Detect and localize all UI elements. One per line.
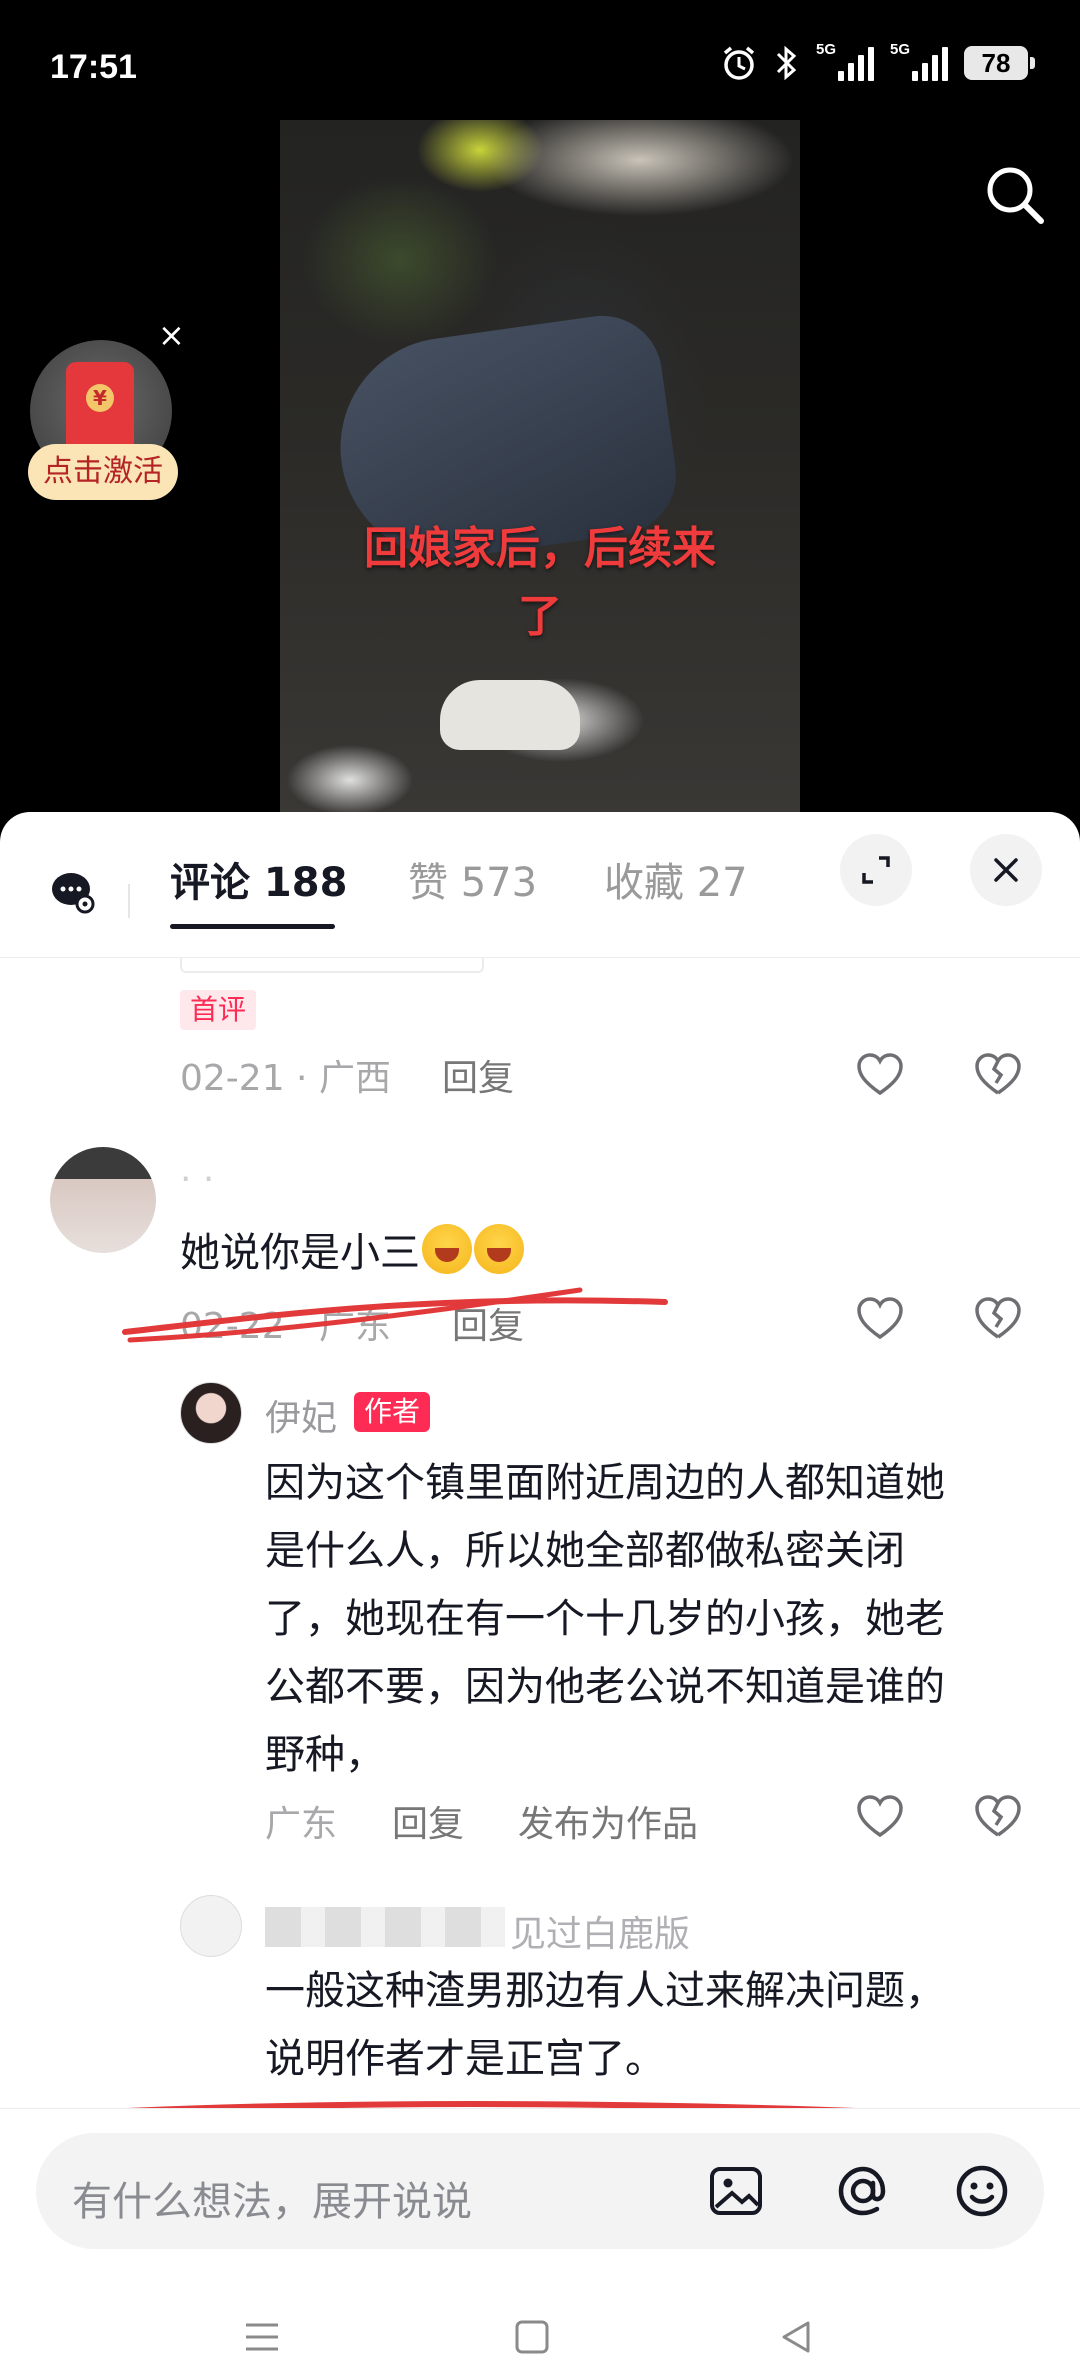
home-nav-icon[interactable] — [512, 2317, 552, 2357]
comment-2-reply-button[interactable]: 回复 — [452, 1297, 524, 1349]
status-icons: 5G 5G 78 — [720, 41, 1035, 82]
author-name[interactable]: 伊妃 — [265, 1389, 337, 1441]
video-caption-line2: 了 — [518, 591, 562, 642]
signal-icon-1: 5G — [816, 41, 874, 81]
laughing-crying-emoji-icon — [474, 1224, 524, 1274]
status-time: 17:51 — [50, 48, 137, 86]
video-frame-shoe — [440, 680, 580, 750]
author-reply-line: 公都不要，因为他老公说不知道是谁的 — [265, 1664, 945, 1710]
author-reply-line: 野种， — [265, 1732, 385, 1778]
image-icon[interactable] — [706, 2161, 766, 2221]
author-reply-meta: 广东 — [265, 1804, 338, 1845]
status-bar: 17:51 5G 5G 78 — [0, 0, 1080, 120]
comment-1-reply-button[interactable]: 回复 — [442, 1049, 514, 1101]
laughing-crying-emoji-icon — [422, 1224, 472, 1274]
like-heart-icon[interactable] — [854, 1049, 906, 1101]
commenter-name[interactable]: · · — [180, 1159, 214, 1200]
comment-panel: 评论 188 赞 573 收藏 27 首评 02-21 · 广西 回复 · · … — [0, 812, 1080, 2372]
close-icon — [994, 858, 1018, 882]
video-caption: 回娘家后，后续来 了 — [280, 515, 800, 651]
bluetooth-icon — [776, 45, 797, 81]
comment-tabs: 评论 188 赞 573 收藏 27 — [0, 812, 1080, 958]
replier-avatar[interactable] — [180, 1895, 242, 1957]
active-tab-indicator — [170, 924, 335, 929]
red-packet-widget[interactable]: 点击激活 — [28, 340, 178, 510]
video-caption-line1: 回娘家后，后续来 — [364, 523, 716, 574]
expand-icon — [862, 856, 890, 884]
comment-2-text: 她说你是小三 — [180, 1219, 524, 1287]
comment-2-meta: 02-22 · 广东 — [180, 1306, 391, 1347]
comment-image-fragment — [180, 957, 484, 973]
red-packet-label[interactable]: 点击激活 — [28, 444, 178, 500]
tab-comments[interactable]: 评论 188 — [170, 850, 347, 908]
system-nav-bar — [0, 2305, 1080, 2372]
dislike-broken-heart-icon[interactable] — [972, 1049, 1024, 1101]
author-reply-line: 是什么人，所以她全部都做私密关闭 — [265, 1528, 905, 1574]
battery-icon: 78 — [964, 46, 1035, 80]
dislike-broken-heart-icon[interactable] — [972, 1293, 1024, 1345]
mention-icon[interactable] — [833, 2161, 893, 2221]
chat-settings-icon[interactable] — [50, 869, 96, 915]
comment-input-bar: 有什么想法，展开说说 — [0, 2108, 1080, 2372]
author-avatar[interactable] — [180, 1382, 242, 1444]
tab-favorites[interactable]: 收藏 27 — [604, 850, 748, 908]
like-heart-icon[interactable] — [854, 1791, 906, 1843]
emoji-icon[interactable] — [952, 2161, 1012, 2221]
comment-input-placeholder: 有什么想法，展开说说 — [72, 2179, 472, 2225]
author-reply-line: 了，她现在有一个十几岁的小孩，她老 — [265, 1596, 945, 1642]
signal-icon-2: 5G — [890, 41, 948, 81]
comment-input[interactable]: 有什么想法，展开说说 — [36, 2133, 1044, 2249]
replier-name[interactable]: 见过白鹿版 — [510, 1905, 690, 1957]
search-icon[interactable] — [980, 160, 1050, 230]
author-reply-text: 因为这个镇里面附近周边的人都知道她 是什么人，所以她全部都做私密关闭 了，她现在… — [265, 1449, 945, 1789]
comment-2-text-content: 她说你是小三 — [180, 1230, 420, 1276]
comment-1-meta: 02-21 · 广西 — [180, 1058, 391, 1099]
publish-as-work-button[interactable]: 发布为作品 — [518, 1795, 698, 1847]
back-nav-icon[interactable] — [776, 2317, 816, 2357]
author-reply-line: 因为这个镇里面附近周边的人都知道她 — [265, 1460, 945, 1506]
second-reply-text: 一般这种渣男那边有人过来解决问题， 说明作者才是正宫了。 — [265, 1957, 945, 2093]
author-reply-reply-button[interactable]: 回复 — [392, 1795, 464, 1847]
close-panel-button[interactable] — [970, 834, 1042, 906]
expand-button[interactable] — [840, 834, 912, 906]
second-reply-line: 说明作者才是正宫了。 — [265, 2036, 665, 2082]
replier-name-blur — [265, 1907, 505, 1947]
video-player[interactable]: 回娘家后，后续来 了 — [280, 120, 800, 820]
commenter-avatar[interactable] — [50, 1147, 156, 1253]
second-reply-line: 一般这种渣男那边有人过来解决问题， — [265, 1968, 945, 2014]
menu-nav-icon[interactable] — [242, 2317, 282, 2357]
author-badge: 作者 — [354, 1392, 431, 1432]
dislike-broken-heart-icon[interactable] — [972, 1791, 1024, 1843]
alarm-icon — [723, 46, 755, 80]
red-envelope-icon — [66, 362, 134, 454]
red-packet-close-icon[interactable]: × — [158, 316, 185, 354]
like-heart-icon[interactable] — [854, 1293, 906, 1345]
tab-likes[interactable]: 赞 573 — [408, 850, 537, 908]
tab-divider — [128, 884, 130, 918]
first-comment-badge: 首评 — [180, 990, 257, 1030]
